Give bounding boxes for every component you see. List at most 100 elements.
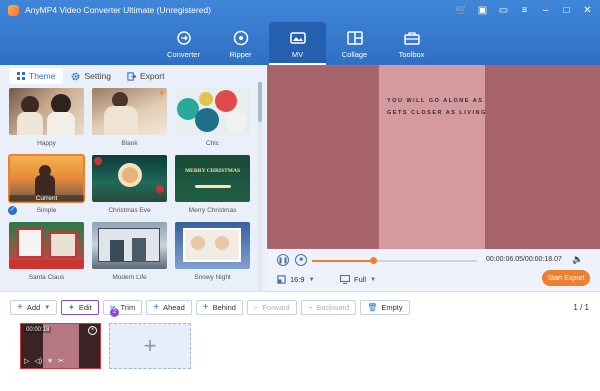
forward-label: Forward [262,303,290,312]
add-label: Add [26,303,41,312]
theme-overlay-text: MERRY CHRISTMAS [184,168,241,174]
theme-item[interactable]: Santa Claus [9,222,84,289]
empty-button[interactable]: 🗑 Empty [360,300,410,315]
scissors-icon[interactable]: ✂ [58,357,64,365]
aspect-ratio-value: 16:9 [290,275,305,284]
maximize-icon[interactable]: □ [560,3,573,19]
behind-label: Behind [212,303,236,312]
menu-icon[interactable]: ≡ [518,3,531,19]
theme-item[interactable]: Happy [9,88,84,155]
theme-thumbnail [175,222,250,269]
close-icon[interactable]: × [88,326,97,335]
tab-mv[interactable]: MV [269,22,326,65]
theme-item[interactable]: ★ Blank [92,88,167,155]
subtab-export-label: Export [139,71,165,81]
volume-icon[interactable]: ◁) [34,357,42,365]
theme-grid: Happy ★ Blank Chic Current ✓ Simple Chri… [8,88,254,289]
display-mode-value: Full [354,275,367,284]
tab-toolbox[interactable]: Toolbox [383,22,440,65]
preview-left-panel [267,65,379,249]
add-button[interactable]: + Add ▼ [10,300,58,315]
edit-button[interactable]: ✶ Edit [61,300,99,315]
tab-ripper[interactable]: Ripper [212,22,269,65]
monitor-icon [340,275,350,284]
empty-label: Empty [381,303,403,312]
star-icon: ★ [158,90,165,97]
theme-item[interactable]: Snowy Night [175,222,250,289]
top-bar: AnyMP4 Video Converter Ultimate (Unregis… [0,0,600,65]
theme-scrollbar[interactable] [258,82,262,292]
theme-item[interactable]: Current ✓ Simple [8,154,85,222]
theme-item[interactable]: Chic [175,88,250,155]
progress-knob[interactable] [370,257,378,264]
trim-button[interactable]: ✂ Trim [102,300,143,315]
pause-button[interactable]: ❚❚ [277,254,289,266]
theme-name: Merry Christmas [188,207,237,214]
chat-icon[interactable]: ▭ [497,3,510,19]
ahead-button[interactable]: + Ahead [146,300,192,315]
theme-item[interactable]: Modern Life [92,222,167,289]
close-icon[interactable]: ✕ [581,3,594,19]
volume-icon[interactable]: 🔈 [572,254,583,265]
progress-track[interactable] [312,257,477,264]
tab-converter-label: Converter [167,49,200,59]
theme-item[interactable]: MERRY CHRISTMAS Merry Christmas [175,155,250,222]
ahead-label: Ahead [163,303,185,312]
behind-button[interactable]: + Behind [195,300,243,315]
video-preview: YOU WILL GO ALONE AS GETS CLOSER AS LIVI… [267,65,600,249]
tab-collage[interactable]: Collage [326,22,383,65]
preview-letters: YOU WILL GO ALONE AS GETS CLOSER AS LIVI… [387,98,487,116]
theme-name: Simple [36,207,57,214]
theme-item[interactable]: Christmas Eve [92,155,167,222]
backward-label: Backward [316,303,350,312]
tab-mv-label: MV [291,49,304,59]
mv-icon [289,29,307,47]
collage-icon [346,29,364,47]
edit-toolbar: + Add ▼ ✶ Edit ✂ Trim + Ahead + Behind ⌐… [10,300,410,315]
pause-icon: ❚❚ [277,257,289,264]
display-mode-select[interactable]: Full ▼ [340,275,376,284]
theme-name: Snowy Night [194,274,231,281]
theme-name: Happy [37,140,56,147]
subtab-setting[interactable]: Setting [63,68,118,84]
gift-icon[interactable]: ▣ [476,3,489,19]
backward-icon: ¬ [307,303,313,312]
app-logo [8,5,19,16]
forward-button[interactable]: ⌐ Forward [246,300,297,315]
forward-icon: ⌐ [253,303,259,312]
magic-wand-icon: ✶ [68,303,75,312]
play-icon[interactable]: ▷ [24,357,29,365]
tab-toolbox-label: Toolbox [398,49,425,59]
theme-thumbnail [92,222,167,269]
subtab-export[interactable]: Export [119,68,173,84]
aspect-ratio-select[interactable]: 16:9 ▼ [277,275,315,284]
tab-collage-label: Collage [341,49,368,59]
theme-name: Chic [205,140,219,147]
theme-name: Santa Claus [28,274,65,281]
trash-icon: 🗑 [367,303,378,312]
export-icon [127,71,136,81]
minimize-icon[interactable]: – [539,3,552,19]
theme-name: Christmas Eve [108,207,151,214]
converter-icon [175,29,193,47]
theme-thumbnail [9,88,84,135]
subtab-theme[interactable]: Theme [9,68,64,84]
magic-wand-icon[interactable]: ✶ [47,357,53,365]
stop-button[interactable]: ■ [295,254,307,266]
disc-icon [232,29,250,47]
scrollbar-thumb[interactable] [258,82,262,122]
sub-tabs: Theme Setting Export [9,68,173,84]
backward-button[interactable]: ¬ Backward [300,300,357,315]
cart-icon[interactable]: 🛒 [455,3,468,19]
player-controls: ❚❚ ■ 00:00:06.05/00:00:18.07 🔈 16:9 ▼ Fu… [267,249,600,291]
theme-panel: Theme Setting Export Happy ★ Blank Chic … [0,65,266,291]
subtab-theme-label: Theme [29,71,56,81]
gear-icon [72,72,80,80]
timeline-clip[interactable]: 00:00:18 × ▷ ◁) ✶ ✂ [20,323,101,369]
start-export-button[interactable]: Start Export [542,270,590,286]
page-indicator: 1 / 1 [573,303,589,312]
tab-converter[interactable]: Converter [155,22,212,65]
title-bar: AnyMP4 Video Converter Ultimate (Unregis… [0,0,600,22]
subtab-setting-label: Setting [84,71,111,81]
add-clip-button[interactable]: + [109,323,191,369]
